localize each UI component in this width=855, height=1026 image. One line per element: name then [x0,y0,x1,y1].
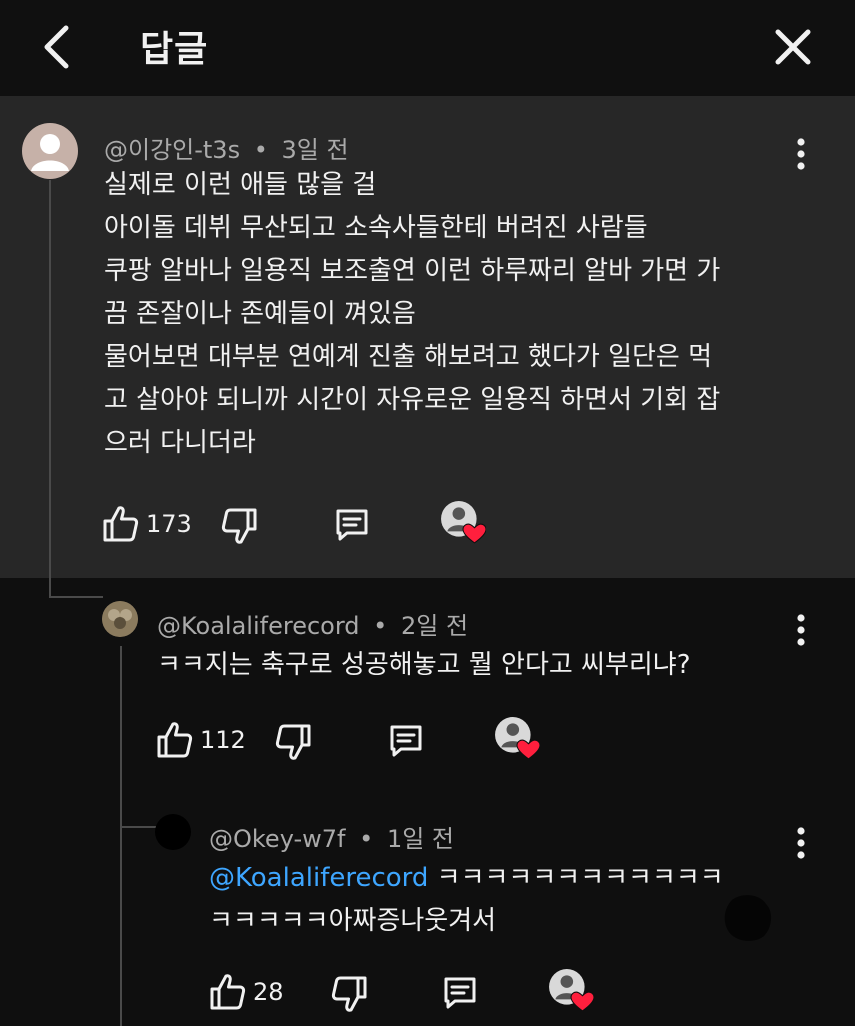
like-icon[interactable] [154,720,194,760]
page-title: 답글 [140,29,209,70]
avatar[interactable] [155,814,191,850]
like-icon[interactable] [100,504,140,544]
more-options-icon[interactable] [796,826,806,860]
default-user-icon [31,134,69,171]
creator-heart-icon [548,968,594,1014]
parent-comment: @이강인-t3s • 3일 전 실제로 이런 애들 많을 걸 아이돌 데뷔 무산… [0,96,855,578]
header-bar: 답글 [0,0,855,96]
comment-meta: @이강인-t3s • 3일 전 [104,130,349,165]
comment-line: 끔 존잘이나 존예들이 껴있음 [104,299,416,329]
redaction-blot [724,895,772,941]
dislike-icon[interactable] [330,974,370,1014]
comment-line: 실제로 이런 애들 많을 걸 [104,170,377,200]
comment-author[interactable]: @이강인-t3s [104,136,240,164]
meta-separator: • [373,612,388,640]
avatar[interactable] [22,123,78,179]
comment-line: 고 살아야 되니까 시간이 자유로운 일용직 하면서 기회 잡 [104,385,721,415]
comment-body: 실제로 이런 애들 많을 걸 아이돌 데뷔 무산되고 소속사들한테 버려진 사람… [104,164,720,465]
more-options-icon[interactable] [796,137,806,171]
comment-body: ㅋㅋ지는 축구로 성공해놓고 뭘 안다고 씨부리냐? [157,644,691,687]
more-options-icon[interactable] [796,613,806,647]
koala-avatar-icon [102,601,138,637]
comment-age: 2일 전 [400,612,469,640]
thread-line [120,646,122,1026]
like-count: 173 [146,510,192,538]
close-icon[interactable] [766,20,820,74]
comment-line: 물어보면 대부분 연예계 진출 해보려고 했다가 일단은 먹 [104,342,713,372]
comment-line: 쿠팡 알바나 일용직 보조출연 이런 하루짜리 알바 가면 가 [104,256,721,286]
comment-line: @Koalaliferecord ㅋㅋㅋㅋㅋㅋㅋㅋㅋㅋㅋㅋ [209,857,724,900]
thread-line [49,180,51,598]
comment-line: 아이돌 데뷔 무산되고 소속사들한테 버려진 사람들 [104,213,648,243]
back-arrow-icon[interactable] [34,22,84,72]
dislike-icon[interactable] [274,722,314,762]
like-count: 28 [253,978,284,1006]
comment-line: 으러 다니더라 [104,428,256,458]
meta-separator: • [253,136,268,164]
comment-line: ㅋㅋ지는 축구로 성공해놓고 뭘 안다고 씨부리냐? [157,650,691,680]
comment-age: 1일 전 [386,825,454,853]
reply-icon[interactable] [332,504,372,544]
mention-link[interactable]: @Koalaliferecord [209,863,428,893]
dislike-icon[interactable] [220,506,260,546]
comment-text: ㅋㅋㅋㅋㅋㅋㅋㅋㅋㅋㅋㅋ [428,863,724,893]
comment-age: 3일 전 [281,136,349,164]
comment-author[interactable]: @Okey-w7f [209,825,346,853]
meta-separator: • [359,825,374,853]
like-count: 112 [200,726,246,754]
creator-heart-icon [494,716,540,762]
reply-icon[interactable] [440,972,480,1012]
like-icon[interactable] [207,972,247,1012]
comment-meta: @Okey-w7f • 1일 전 [209,819,454,854]
comment-author[interactable]: @Koalaliferecord [157,612,360,640]
creator-heart-icon [440,500,486,546]
thread-line [120,826,156,828]
comment-line: ㅋㅋㅋㅋㅋ아짜증나웃겨서 [209,906,497,936]
comment-meta: @Koalaliferecord • 2일 전 [157,606,468,641]
reply-icon[interactable] [386,720,426,760]
comment-body: @Koalaliferecord ㅋㅋㅋㅋㅋㅋㅋㅋㅋㅋㅋㅋ ㅋㅋㅋㅋㅋ아짜증나웃… [209,857,724,943]
thread-line [49,596,103,598]
avatar[interactable] [102,601,138,637]
